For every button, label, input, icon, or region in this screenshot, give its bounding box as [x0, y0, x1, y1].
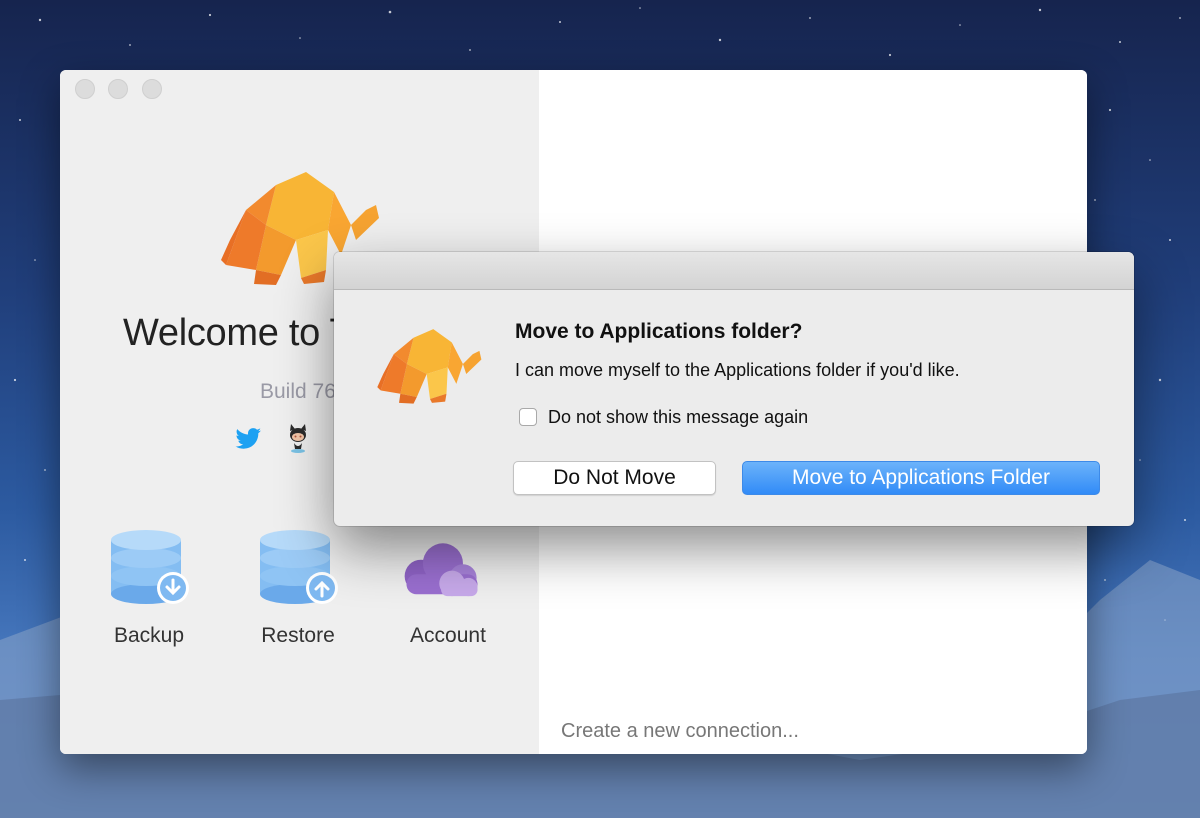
octocat-icon: [290, 424, 306, 453]
dont-show-again-option[interactable]: Do not show this message again: [519, 406, 808, 428]
dont-show-again-checkbox[interactable]: [519, 408, 537, 426]
account-action[interactable]: Account: [393, 530, 503, 660]
twitter-link[interactable]: [232, 422, 264, 454]
close-window-button[interactable]: [75, 79, 95, 99]
minimize-window-button[interactable]: [108, 79, 128, 99]
dont-show-again-label: Do not show this message again: [548, 406, 809, 427]
backup-action[interactable]: Backup: [94, 530, 204, 660]
twitter-icon: [235, 428, 261, 449]
elephant-app-icon: [377, 329, 482, 404]
move-to-applications-dialog: Move to Applications folder? I can move …: [334, 252, 1134, 526]
dialog-title-bar: [334, 252, 1134, 290]
cloud-icon: [404, 543, 478, 597]
github-link[interactable]: [282, 422, 314, 454]
build-number: Build 76: [260, 380, 336, 403]
restore-label: Restore: [261, 624, 335, 647]
zoom-window-button[interactable]: [142, 79, 162, 99]
backup-label: Backup: [113, 624, 185, 647]
database-download-icon: [111, 530, 189, 604]
restore-action[interactable]: Restore: [243, 530, 353, 660]
move-to-applications-button[interactable]: Move to Applications Folder: [742, 461, 1100, 495]
database-upload-icon: [260, 530, 338, 604]
create-connection-link[interactable]: Create a new connection...: [561, 720, 799, 743]
do-not-move-button[interactable]: Do Not Move: [513, 461, 716, 495]
account-label: Account: [410, 624, 486, 647]
welcome-title: Welcome to T: [123, 312, 353, 354]
dialog-title: Move to Applications folder?: [515, 320, 803, 343]
dialog-message: I can move myself to the Applications fo…: [515, 360, 960, 380]
